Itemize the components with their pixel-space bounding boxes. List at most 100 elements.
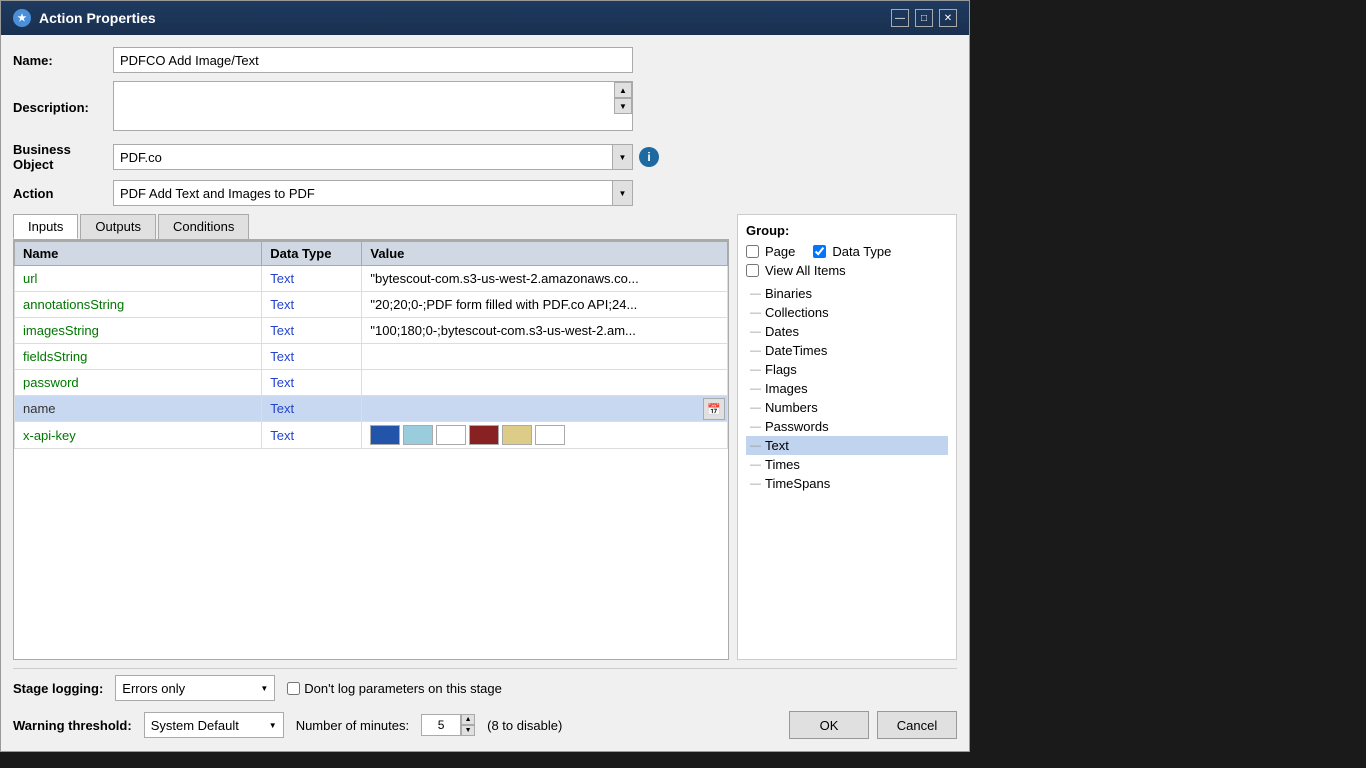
view-all-checkbox-label: View All Items [765, 263, 846, 278]
tree-line: — [750, 345, 761, 357]
business-object-row: Business Object PDF.co ▼ i [13, 142, 957, 172]
tree-line: — [750, 402, 761, 414]
swatch-3[interactable] [436, 425, 466, 445]
col-value: Value [362, 242, 728, 266]
tree-item-timespans[interactable]: — TimeSpans [746, 474, 948, 493]
row-value: "bytescout-com.s3-us-west-2.amazonaws.co… [370, 271, 638, 286]
name-label: Name: [13, 53, 113, 68]
bottom-bar: Stage logging: Errors only ▼ Don't log p… [13, 668, 957, 707]
scroll-up-button[interactable]: ▲ [614, 82, 632, 98]
swatch-5[interactable] [502, 425, 532, 445]
tree-item-binaries[interactable]: — Binaries [746, 284, 948, 303]
tree-line: — [750, 459, 761, 471]
scroll-down-button[interactable]: ▼ [614, 98, 632, 114]
row-name: url [23, 271, 37, 286]
description-row: Description: ▲ ▼ [13, 81, 957, 134]
swatch-4[interactable] [469, 425, 499, 445]
tree-item-dates[interactable]: — Dates [746, 322, 948, 341]
tree-item-passwords[interactable]: — Passwords [746, 417, 948, 436]
spinner-up-button[interactable]: ▲ [461, 714, 475, 725]
row-datatype-cell: Text [262, 344, 362, 370]
tree-item-numbers[interactable]: — Numbers [746, 398, 948, 417]
business-object-arrow: ▼ [612, 145, 632, 169]
row-name-cell: annotationsString [15, 292, 262, 318]
group-label: Group: [746, 223, 948, 238]
type-tree: — Binaries — Collections — Dates — DateT… [746, 284, 948, 493]
row-value: "20;20;0-;PDF form filled with PDF.co AP… [370, 297, 637, 312]
page-checkbox[interactable] [746, 245, 759, 258]
page-checkbox-row: Page Data Type [746, 244, 948, 259]
business-object-select[interactable]: PDF.co ▼ [113, 144, 633, 170]
table-header-row: Name Data Type Value [15, 242, 728, 266]
dont-log-checkbox[interactable] [287, 682, 300, 695]
tree-item-text[interactable]: — Text [746, 436, 948, 455]
tree-item-datetimes[interactable]: — DateTimes [746, 341, 948, 360]
close-button[interactable]: ✕ [939, 9, 957, 27]
business-object-value: PDF.co [120, 150, 162, 165]
action-select[interactable]: PDF Add Text and Images to PDF ▼ [113, 180, 633, 206]
tree-item-flags[interactable]: — Flags [746, 360, 948, 379]
action-properties-dialog: ★ Action Properties — □ ✕ Name: Descript… [0, 0, 970, 752]
calendar-button[interactable]: 📅 [703, 398, 725, 420]
table-row: x-api-key Text [15, 422, 728, 449]
row-value-cell [362, 344, 728, 370]
row-datatype: Text [270, 297, 294, 312]
tab-outputs[interactable]: Outputs [80, 214, 156, 239]
tree-item-label: DateTimes [765, 343, 827, 358]
data-type-checkbox[interactable] [813, 245, 826, 258]
info-icon[interactable]: i [639, 147, 659, 167]
tab-inputs[interactable]: Inputs [13, 214, 78, 239]
app-icon: ★ [13, 9, 31, 27]
minimize-button[interactable]: — [891, 9, 909, 27]
tree-item-images[interactable]: — Images [746, 379, 948, 398]
tree-item-label: TimeSpans [765, 476, 830, 491]
row-value-cell: "100;180;0-;bytescout-com.s3-us-west-2.a… [362, 318, 728, 344]
minutes-spinner-input[interactable] [421, 714, 461, 736]
row-datatype: Text [270, 401, 294, 416]
stage-logging-select[interactable]: Errors only ▼ [115, 675, 275, 701]
restore-button[interactable]: □ [915, 9, 933, 27]
inputs-table-container: Name Data Type Value url Text "bytescout… [13, 240, 729, 660]
view-all-checkbox[interactable] [746, 264, 759, 277]
tab-conditions[interactable]: Conditions [158, 214, 249, 239]
tree-line: — [750, 383, 761, 395]
row-name: x-api-key [23, 428, 76, 443]
tree-item-times[interactable]: — Times [746, 455, 948, 474]
system-default-select[interactable]: System Default ▼ [144, 712, 284, 738]
swatch-6[interactable] [535, 425, 565, 445]
spinner-down-button[interactable]: ▼ [461, 725, 475, 736]
row-name: fieldsString [23, 349, 87, 364]
col-name: Name [15, 242, 262, 266]
footer-buttons: OK Cancel [789, 711, 957, 739]
row-datatype: Text [270, 349, 294, 364]
row-name: password [23, 375, 79, 390]
ok-button[interactable]: OK [789, 711, 869, 739]
tree-item-label: Passwords [765, 419, 829, 434]
tree-item-label: Binaries [765, 286, 812, 301]
right-panel: Group: Page Data Type View All Items — B… [737, 214, 957, 660]
description-textarea[interactable] [113, 81, 633, 131]
row-name-cell: imagesString [15, 318, 262, 344]
tree-line: — [750, 478, 761, 490]
stage-logging-arrow: ▼ [260, 684, 268, 693]
row-name-cell: fieldsString [15, 344, 262, 370]
dialog-title: Action Properties [39, 10, 156, 26]
tree-line: — [750, 307, 761, 319]
swatch-2[interactable] [403, 425, 433, 445]
cancel-button[interactable]: Cancel [877, 711, 957, 739]
table-row: url Text "bytescout-com.s3-us-west-2.ama… [15, 266, 728, 292]
minutes-spinner: ▲ ▼ [421, 714, 475, 736]
name-input[interactable] [113, 47, 633, 73]
col-datatype: Data Type [262, 242, 362, 266]
dialog-body: Name: Description: ▲ ▼ Business Object P… [1, 35, 969, 751]
swatch-1[interactable] [370, 425, 400, 445]
textarea-scrollbtns: ▲ ▼ [614, 82, 632, 114]
row-datatype: Text [270, 375, 294, 390]
tree-item-collections[interactable]: — Collections [746, 303, 948, 322]
row-name-cell: x-api-key [15, 422, 262, 449]
row-name-edit-input[interactable] [23, 401, 253, 416]
spinner-buttons: ▲ ▼ [461, 714, 475, 736]
tree-item-label: Flags [765, 362, 797, 377]
tree-item-label: Numbers [765, 400, 818, 415]
row-datatype: Text [270, 323, 294, 338]
